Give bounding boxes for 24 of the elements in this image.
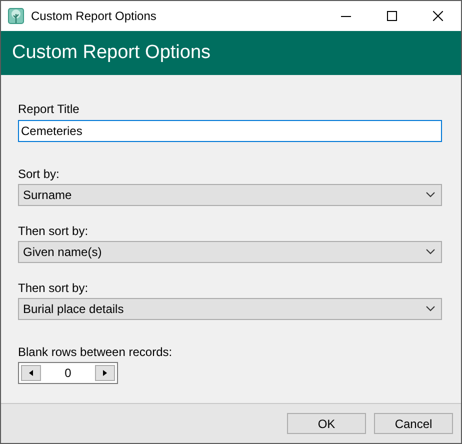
field-label: Then sort by:	[18, 281, 88, 295]
chevron-down-icon	[426, 192, 435, 198]
field-label: Blank rows between records:	[18, 345, 172, 359]
header-title: Custom Report Options	[12, 42, 211, 64]
close-icon	[433, 11, 443, 21]
ok-button[interactable]: OK	[287, 413, 366, 434]
increment-button[interactable]	[95, 365, 115, 381]
window-title: Custom Report Options	[31, 9, 156, 23]
spinner-field[interactable]: 0	[18, 362, 118, 384]
field-label: Then sort by:	[18, 224, 88, 238]
field-label: Report Title	[18, 102, 80, 116]
tree-icon	[8, 8, 24, 24]
maximize-icon	[387, 11, 397, 21]
decrement-button[interactable]	[21, 365, 41, 381]
right-triangle-icon	[103, 370, 107, 376]
chevron-down-icon	[426, 249, 435, 255]
cancel-button[interactable]: Cancel	[374, 413, 453, 434]
input-field[interactable]: Cemeteries	[18, 120, 442, 142]
chevron-down-icon	[426, 306, 435, 312]
left-triangle-icon	[29, 370, 33, 376]
dropdown[interactable]: Surname	[18, 184, 442, 206]
dropdown[interactable]: Burial place details	[18, 298, 442, 320]
dropdown[interactable]: Given name(s)	[18, 241, 442, 263]
field-label: Sort by:	[18, 167, 60, 181]
